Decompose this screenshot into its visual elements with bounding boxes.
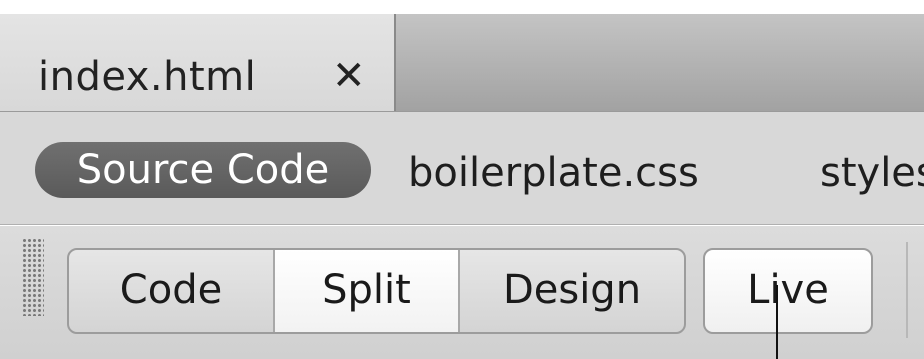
text-cursor-indicator — [776, 285, 778, 359]
toolbar-grip-handle[interactable] — [22, 238, 44, 316]
live-view-button[interactable]: Live — [703, 248, 873, 334]
document-tab-strip: index.html ✕ — [0, 14, 924, 112]
related-files-bar: Source Code boilerplate.css styles — [0, 112, 924, 225]
related-file-boilerplate[interactable]: boilerplate.css — [408, 150, 699, 196]
view-toolbar: Code Split Design Live — [0, 226, 924, 359]
related-file-styles[interactable]: styles — [820, 150, 924, 196]
view-mode-group: Code Split Design — [67, 248, 686, 334]
document-tab-label: index.html — [38, 54, 257, 100]
close-icon[interactable]: ✕ — [332, 52, 366, 100]
code-view-button[interactable]: Code — [69, 250, 275, 332]
source-code-button[interactable]: Source Code — [35, 142, 371, 198]
toolbar-divider — [906, 242, 908, 338]
split-view-button[interactable]: Split — [275, 250, 460, 332]
document-tab-index[interactable]: index.html ✕ — [0, 14, 396, 111]
design-view-button[interactable]: Design — [460, 250, 684, 332]
